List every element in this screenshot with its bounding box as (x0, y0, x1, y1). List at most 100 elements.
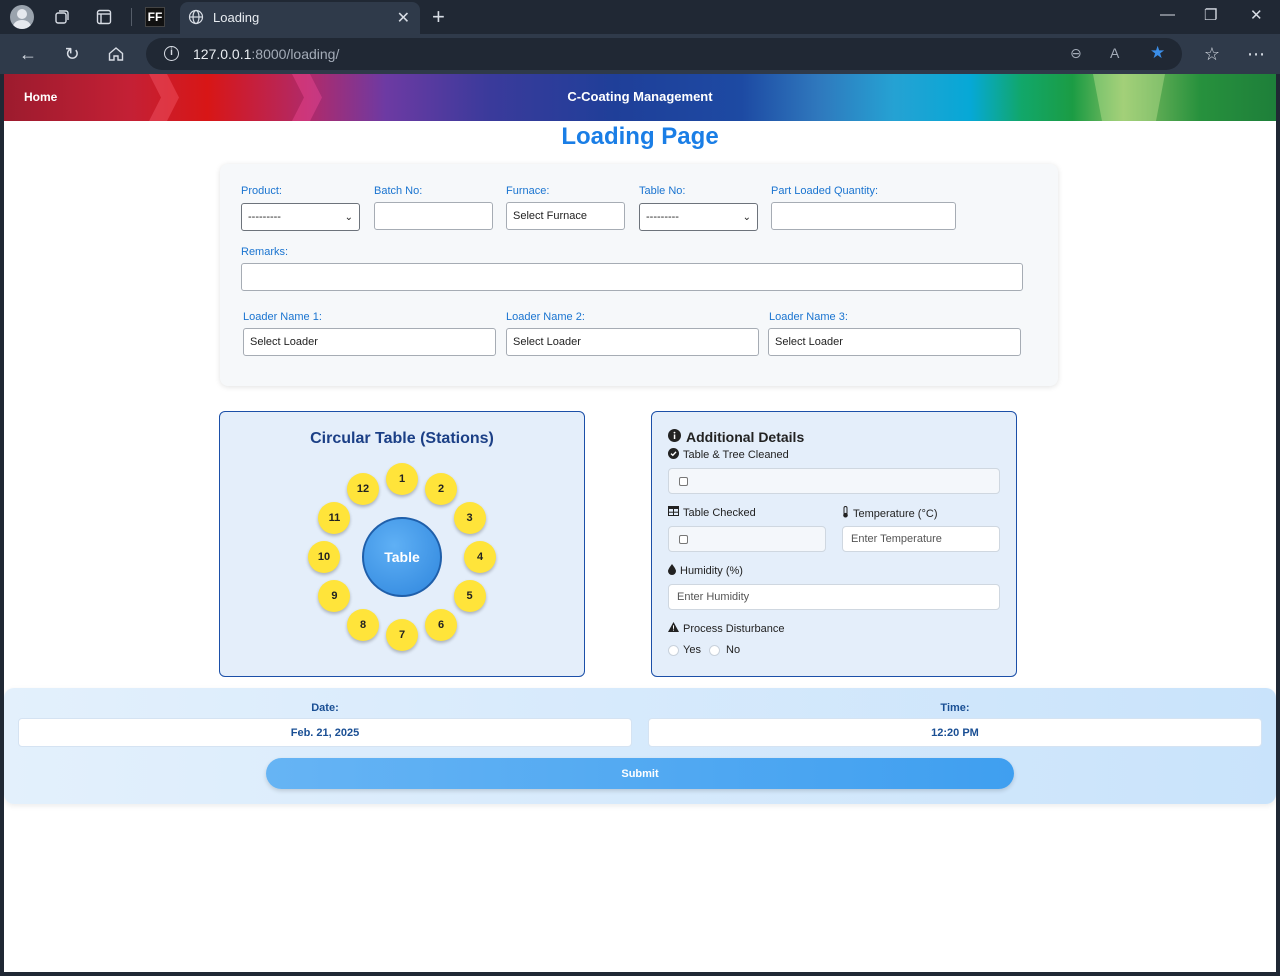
temperature-label: Temperature (°C) (842, 506, 937, 521)
loader2-label: Loader Name 2: (506, 311, 585, 323)
quantity-label: Part Loaded Quantity: (771, 185, 879, 197)
droplet-icon (668, 564, 676, 578)
additional-details-text: Additional Details (686, 429, 805, 445)
station-1[interactable]: 1 (386, 463, 418, 495)
tab-actions-icon[interactable] (92, 5, 116, 29)
tab-loading[interactable]: Loading ✕ (180, 2, 420, 34)
station-10[interactable]: 10 (308, 541, 340, 573)
station-2[interactable]: 2 (425, 473, 457, 506)
table-no-label: Table No: (639, 185, 686, 197)
loader1-label: Loader Name 1: (243, 311, 322, 323)
station-5[interactable]: 5 (453, 580, 486, 612)
disturbance-no-radio[interactable] (709, 645, 720, 656)
station-11[interactable]: 11 (318, 502, 351, 534)
close-window-icon[interactable]: ✕ (1250, 6, 1263, 24)
browser-tab-bar: FF Loading ✕ + — ❐ ✕ (0, 0, 1280, 34)
new-tab-icon[interactable]: + (432, 4, 445, 30)
station-8[interactable]: 8 (347, 608, 379, 641)
product-select[interactable]: --------- ⌄ (241, 203, 360, 231)
date-field[interactable]: Feb. 21, 2025 (18, 718, 632, 747)
favorite-star-icon[interactable]: ★ (1150, 43, 1165, 63)
circular-table-card: Circular Table (Stations) Table 12345678… (219, 411, 585, 677)
refresh-icon[interactable]: ↻ (60, 42, 84, 66)
info-icon (668, 429, 681, 445)
humidity-label: Humidity (%) (668, 564, 743, 578)
station-4[interactable]: 4 (464, 541, 496, 573)
table-no-select-value: --------- (646, 211, 679, 223)
station-7[interactable]: 7 (386, 619, 418, 651)
batch-label: Batch No: (374, 185, 423, 197)
remarks-label: Remarks: (241, 246, 289, 258)
temperature-input[interactable]: Enter Temperature (842, 526, 1000, 552)
additional-details-title: Additional Details (668, 429, 804, 445)
brand-title: C-Coating Management (567, 89, 713, 104)
page-viewport: Home C-Coating Management Loading Page P… (4, 74, 1276, 972)
zoom-icon[interactable]: ⊖ (1070, 45, 1082, 62)
additional-details-card: Additional Details Table & Tree Cleaned … (651, 411, 1017, 677)
back-icon[interactable]: ← (16, 42, 40, 66)
page-title: Loading Page (561, 123, 719, 150)
minimize-icon[interactable]: — (1160, 6, 1175, 23)
batch-input[interactable] (374, 202, 493, 230)
header-banner: Home C-Coating Management (4, 74, 1276, 121)
product-label: Product: (241, 185, 282, 197)
workspaces-icon[interactable] (50, 5, 74, 29)
checked-field (668, 526, 826, 552)
disturbance-label-text: Process Disturbance (683, 622, 785, 635)
time-field[interactable]: 12:20 PM (648, 718, 1262, 747)
date-label: Date: (311, 702, 339, 714)
profile-avatar[interactable] (10, 5, 34, 29)
tab-separator (131, 8, 132, 26)
cleaned-field (668, 468, 1000, 494)
product-select-value: --------- (248, 211, 281, 223)
close-tab-icon[interactable]: ✕ (397, 8, 410, 28)
station-9[interactable]: 9 (318, 580, 351, 612)
read-aloud-icon[interactable]: A (1110, 45, 1119, 61)
tab-title: Loading (213, 10, 260, 25)
cleaned-label: Table & Tree Cleaned (668, 448, 789, 462)
station-12[interactable]: 12 (347, 473, 379, 506)
table-grid-icon (668, 506, 679, 519)
remarks-input[interactable] (241, 263, 1023, 291)
thermometer-icon (842, 506, 849, 521)
station-3[interactable]: 3 (453, 502, 486, 534)
pinned-tab-ff[interactable]: FF (145, 7, 165, 27)
checked-label: Table Checked (668, 506, 756, 519)
temperature-label-text: Temperature (°C) (853, 507, 938, 520)
site-info-icon[interactable]: i (164, 46, 179, 61)
chevron-down-icon: ⌄ (344, 211, 353, 223)
browser-toolbar: ← ↻ i 127.0.0.1:8000/loading/ ⊖ A ★ ☆ ⋯ (0, 34, 1280, 74)
submit-button[interactable]: Submit (266, 758, 1014, 789)
url-text: 127.0.0.1:8000/loading/ (193, 46, 340, 62)
address-bar[interactable]: i 127.0.0.1:8000/loading/ ⊖ A ★ (146, 38, 1182, 70)
table-checked-checkbox[interactable] (679, 535, 688, 544)
checked-label-text: Table Checked (683, 506, 756, 519)
humidity-label-text: Humidity (%) (680, 565, 743, 577)
loader3-label: Loader Name 3: (769, 311, 848, 323)
loader3-select[interactable]: Select Loader (768, 328, 1021, 356)
disturbance-label: Process Disturbance (668, 622, 785, 635)
home-icon[interactable] (104, 42, 128, 66)
table-center[interactable]: Table (362, 517, 442, 597)
disturbance-yes-radio[interactable] (668, 645, 679, 656)
station-6[interactable]: 6 (425, 608, 457, 641)
table-no-select[interactable]: --------- ⌄ (639, 203, 758, 231)
loading-form: Product: --------- ⌄ Batch No: Furnace: … (220, 164, 1058, 386)
humidity-input[interactable]: Enter Humidity (668, 584, 1000, 610)
disturbance-no-label: No (726, 644, 741, 656)
restore-icon[interactable]: ❐ (1204, 6, 1217, 24)
check-circle-icon (668, 448, 679, 462)
loader1-select[interactable]: Select Loader (243, 328, 496, 356)
time-label: Time: (940, 702, 970, 714)
date-time-panel: Date: Feb. 21, 2025 Time: 12:20 PM Submi… (4, 688, 1276, 804)
furnace-label: Furnace: (506, 185, 550, 197)
favorites-icon[interactable]: ☆ (1200, 42, 1224, 66)
more-menu-icon[interactable]: ⋯ (1244, 42, 1268, 66)
quantity-input[interactable] (771, 202, 956, 230)
chevron-down-icon: ⌄ (742, 211, 751, 223)
disturbance-yes-label: Yes (683, 644, 701, 656)
loader2-select[interactable]: Select Loader (506, 328, 759, 356)
furnace-select[interactable]: Select Furnace (506, 202, 625, 230)
cleaned-checkbox[interactable] (679, 477, 688, 486)
warning-icon (668, 622, 679, 635)
